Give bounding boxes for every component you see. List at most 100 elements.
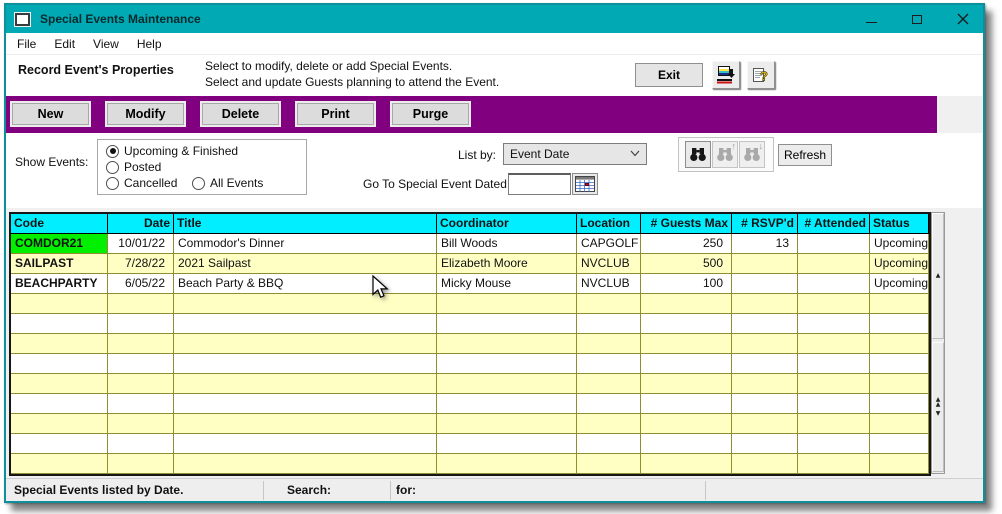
table-cell[interactable]: [798, 394, 870, 413]
scroll-up-control[interactable]: ▲: [932, 213, 944, 339]
minimize-button[interactable]: [850, 5, 892, 33]
radio-cancelled[interactable]: Cancelled: [106, 176, 177, 190]
table-cell[interactable]: [108, 394, 174, 413]
list-by-dropdown[interactable]: Event Date: [503, 143, 647, 165]
table-cell[interactable]: [798, 274, 870, 293]
table-cell[interactable]: [174, 354, 437, 373]
table-row[interactable]: COMDOR2110/01/22Commodor's DinnerBill Wo…: [11, 234, 929, 254]
table-cell[interactable]: Upcoming: [870, 234, 929, 253]
table-cell[interactable]: [732, 334, 798, 353]
table-row[interactable]: SAILPAST7/28/222021 SailpastElizabeth Mo…: [11, 254, 929, 274]
table-row[interactable]: BEACHPARTY6/05/22Beach Party & BBQMicky …: [11, 274, 929, 294]
table-cell[interactable]: 2021 Sailpast: [174, 254, 437, 273]
table-cell[interactable]: [732, 394, 798, 413]
table-cell[interactable]: [798, 414, 870, 433]
refresh-button[interactable]: Refresh: [778, 144, 832, 166]
table-cell[interactable]: [11, 374, 108, 393]
table-cell[interactable]: [641, 314, 732, 333]
print-button[interactable]: Print: [295, 101, 376, 127]
table-cell[interactable]: [798, 334, 870, 353]
table-cell[interactable]: [870, 354, 929, 373]
table-cell[interactable]: [437, 374, 577, 393]
table-cell[interactable]: [798, 374, 870, 393]
table-cell[interactable]: Upcoming: [870, 254, 929, 273]
table-row[interactable]: [11, 294, 929, 314]
table-cell[interactable]: [577, 374, 641, 393]
close-button[interactable]: [942, 5, 984, 33]
table-row[interactable]: [11, 414, 929, 434]
table-cell[interactable]: [641, 354, 732, 373]
table-cell[interactable]: [798, 434, 870, 453]
table-cell[interactable]: [437, 314, 577, 333]
table-cell[interactable]: [641, 374, 732, 393]
table-cell[interactable]: [577, 414, 641, 433]
table-cell[interactable]: [577, 354, 641, 373]
table-cell[interactable]: [798, 294, 870, 313]
table-cell[interactable]: [798, 234, 870, 253]
table-cell[interactable]: [641, 414, 732, 433]
table-cell[interactable]: [11, 354, 108, 373]
table-cell[interactable]: [870, 394, 929, 413]
maximize-button[interactable]: [896, 5, 938, 33]
table-cell[interactable]: [732, 354, 798, 373]
goto-date-input[interactable]: [508, 173, 571, 195]
table-cell[interactable]: [108, 314, 174, 333]
table-cell[interactable]: [11, 294, 108, 313]
menu-item-view[interactable]: View: [84, 35, 128, 53]
table-cell[interactable]: 500: [641, 254, 732, 273]
radio-posted[interactable]: Posted: [106, 160, 161, 174]
table-cell[interactable]: [108, 354, 174, 373]
table-cell[interactable]: BEACHPARTY: [11, 274, 108, 293]
table-cell[interactable]: [798, 354, 870, 373]
table-cell[interactable]: [108, 414, 174, 433]
table-cell[interactable]: [437, 334, 577, 353]
table-cell[interactable]: [732, 254, 798, 273]
radio-upcoming-finished[interactable]: Upcoming & Finished: [106, 144, 238, 158]
table-cell[interactable]: [641, 434, 732, 453]
table-cell[interactable]: [437, 354, 577, 373]
table-cell[interactable]: [174, 394, 437, 413]
table-cell[interactable]: NVCLUB: [577, 254, 641, 273]
table-cell[interactable]: [870, 454, 929, 473]
table-cell[interactable]: 13: [732, 234, 798, 253]
scroll-page-control[interactable]: ▲ ▲ ▼: [932, 342, 944, 472]
table-cell[interactable]: [108, 294, 174, 313]
table-cell[interactable]: [732, 454, 798, 473]
menu-item-edit[interactable]: Edit: [45, 35, 84, 53]
table-cell[interactable]: [11, 314, 108, 333]
table-cell[interactable]: Elizabeth Moore: [437, 254, 577, 273]
table-cell[interactable]: [732, 434, 798, 453]
purge-button[interactable]: Purge: [390, 101, 471, 127]
table-cell[interactable]: [798, 254, 870, 273]
find-next-button[interactable]: ↓: [739, 141, 765, 168]
table-cell[interactable]: [577, 394, 641, 413]
table-cell[interactable]: 6/05/22: [108, 274, 174, 293]
table-cell[interactable]: 10/01/22: [108, 234, 174, 253]
table-cell[interactable]: [577, 454, 641, 473]
table-cell[interactable]: [11, 454, 108, 473]
table-row[interactable]: [11, 394, 929, 414]
calendar-button[interactable]: [572, 173, 598, 195]
table-cell[interactable]: [870, 434, 929, 453]
table-cell[interactable]: [174, 294, 437, 313]
table-row[interactable]: [11, 314, 929, 334]
table-cell[interactable]: [870, 334, 929, 353]
table-cell[interactable]: [108, 434, 174, 453]
table-cell[interactable]: [870, 414, 929, 433]
table-cell[interactable]: [798, 454, 870, 473]
table-row[interactable]: [11, 434, 929, 454]
table-cell[interactable]: [174, 454, 437, 473]
table-cell[interactable]: [11, 334, 108, 353]
exit-button[interactable]: Exit: [635, 63, 703, 87]
help-button[interactable]: ?: [747, 61, 775, 89]
table-cell[interactable]: [174, 334, 437, 353]
table-cell[interactable]: [798, 314, 870, 333]
table-cell[interactable]: [577, 314, 641, 333]
table-cell[interactable]: [732, 294, 798, 313]
menu-item-file[interactable]: File: [8, 35, 45, 53]
table-cell[interactable]: [641, 454, 732, 473]
table-cell[interactable]: [174, 414, 437, 433]
table-cell[interactable]: [437, 394, 577, 413]
table-cell[interactable]: [732, 374, 798, 393]
table-cell[interactable]: 7/28/22: [108, 254, 174, 273]
